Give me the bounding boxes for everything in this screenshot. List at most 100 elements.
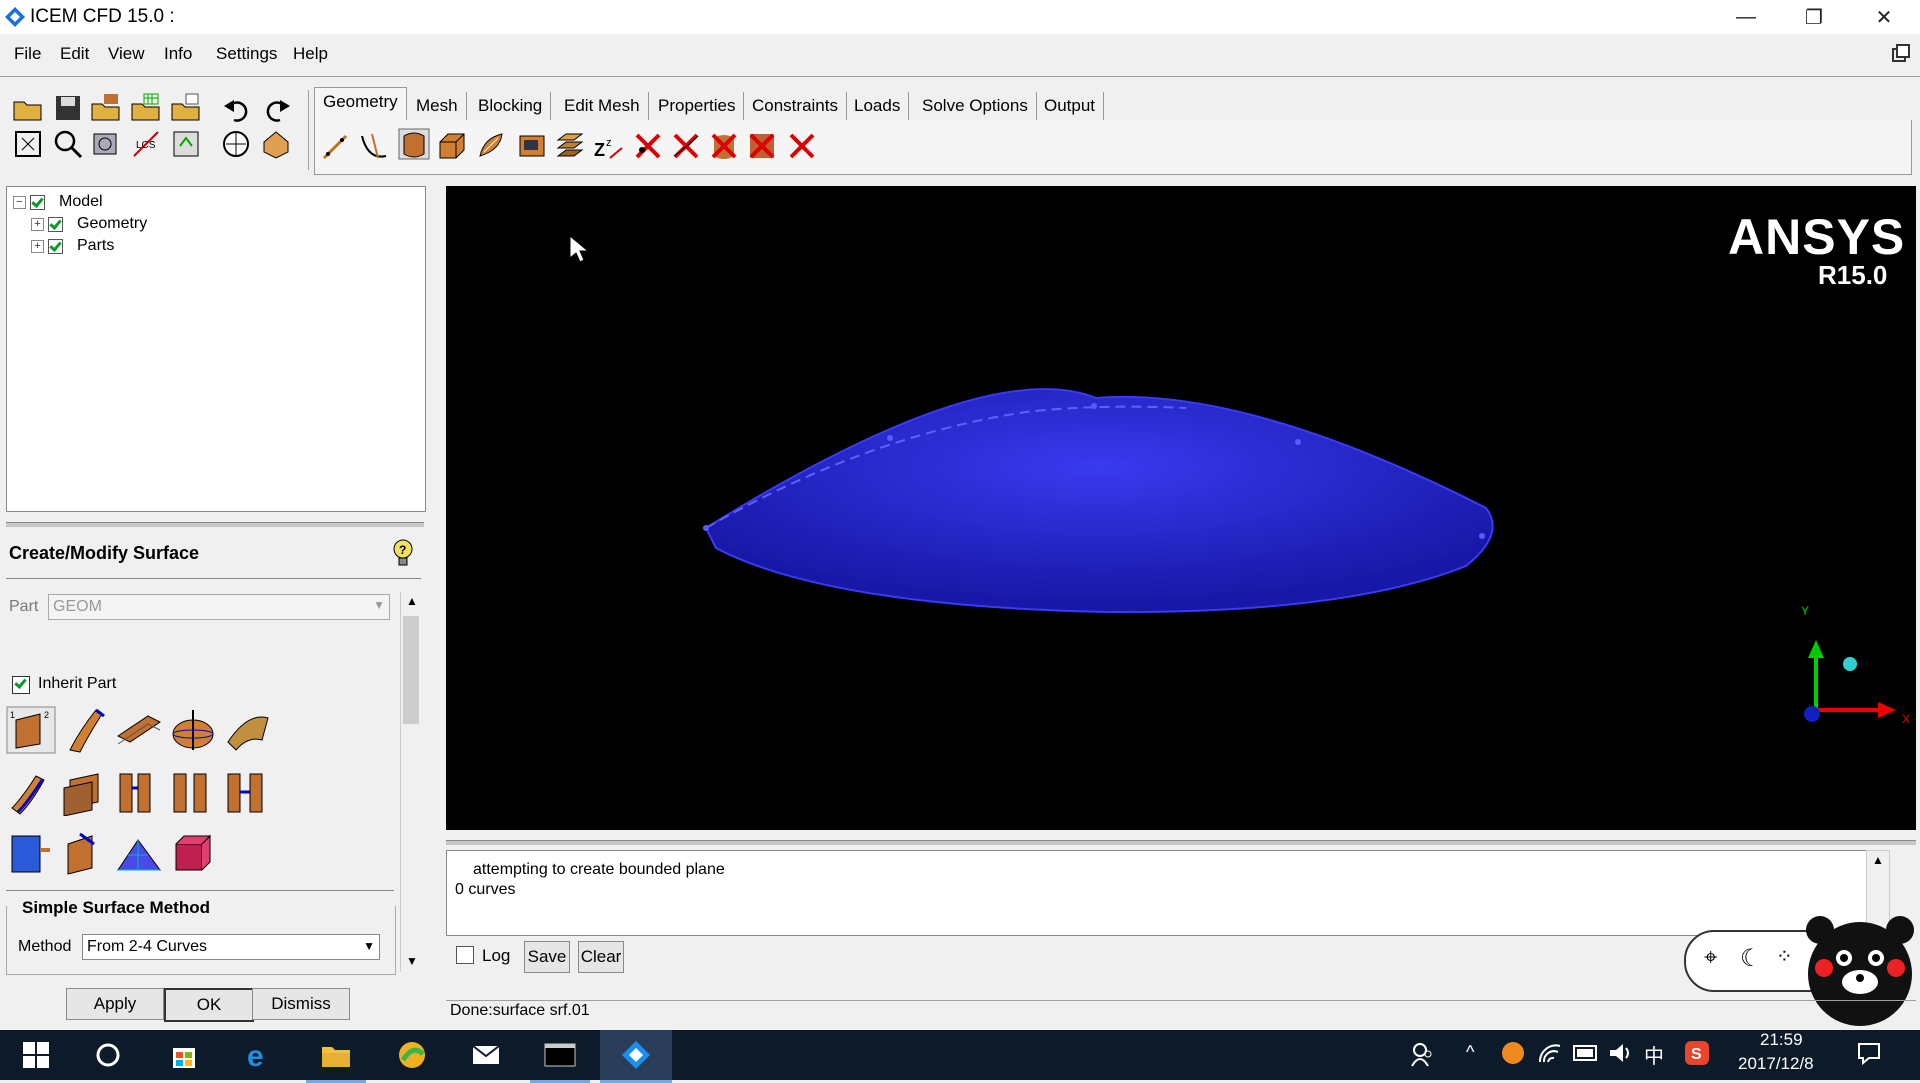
faceted-icon[interactable] <box>476 130 508 162</box>
tab-solve-options[interactable]: Solve Options <box>914 92 1037 120</box>
tab-edit-mesh[interactable]: Edit Mesh <box>556 92 649 120</box>
menu-view[interactable]: View <box>108 44 145 64</box>
delete-curve-icon[interactable] <box>670 130 702 162</box>
start-button[interactable] <box>6 1030 66 1080</box>
repair-geometry-icon[interactable] <box>516 130 548 162</box>
search-button[interactable] <box>78 1030 138 1080</box>
delete-any-entity-icon[interactable] <box>786 130 818 162</box>
tab-loads[interactable]: Loads <box>846 92 910 120</box>
loft-surface-icon[interactable] <box>222 706 272 754</box>
create-point-icon[interactable] <box>320 130 352 162</box>
segment-surface-icon[interactable] <box>114 768 164 816</box>
tray-app-icon[interactable] <box>1500 1040 1526 1066</box>
battery-icon[interactable] <box>1572 1042 1600 1064</box>
create-body-icon[interactable] <box>436 130 468 162</box>
midsurface-icon[interactable] <box>60 768 110 816</box>
save-icon[interactable] <box>52 92 84 124</box>
float-window-icon[interactable] <box>1892 44 1910 62</box>
collapse-icon[interactable]: − <box>13 195 26 209</box>
graphics-viewport[interactable]: ANSYS R15.0 Y X <box>446 186 1916 830</box>
scroll-up-icon[interactable]: ▲ <box>1872 853 1884 867</box>
dismiss-button[interactable]: Dismiss <box>252 988 350 1020</box>
delete-body-icon[interactable] <box>746 130 778 162</box>
refresh-view-icon[interactable] <box>170 128 202 160</box>
clock-date[interactable]: 2017/12/8 <box>1738 1054 1814 1074</box>
taskbar-edge[interactable]: e <box>230 1030 290 1080</box>
tree-node-parts[interactable]: + Parts <box>31 237 114 255</box>
zoom-box-icon[interactable] <box>52 128 84 160</box>
scroll-up-icon[interactable]: ▲ <box>406 594 418 608</box>
delete-point-icon[interactable] <box>632 130 664 162</box>
scroll-thumb[interactable] <box>403 616 419 724</box>
clear-log-button[interactable]: Clear <box>578 941 624 973</box>
panel-scrollbar[interactable]: ▲ ▼ <box>400 592 423 972</box>
method-select[interactable]: From 2-4 Curves ▼ <box>82 934 380 960</box>
save-log-button[interactable]: Save <box>524 941 570 973</box>
merge-surface-icon[interactable] <box>168 768 218 816</box>
open-geometry-icon[interactable] <box>90 92 122 124</box>
tab-constraints[interactable]: Constraints <box>744 92 847 120</box>
wifi-icon[interactable] <box>1536 1040 1564 1066</box>
taskbar-terminal[interactable] <box>530 1030 590 1083</box>
restore-dormant-icon[interactable]: Zz <box>592 130 624 162</box>
open-blocking-icon[interactable] <box>170 92 202 124</box>
taskbar-store[interactable] <box>154 1030 214 1080</box>
help-bulb-icon[interactable]: ? <box>390 538 416 568</box>
log-checkbox[interactable] <box>456 946 474 964</box>
people-icon[interactable] <box>1410 1040 1436 1068</box>
convert-facets-icon[interactable] <box>114 830 164 878</box>
surface-of-revolution-icon[interactable] <box>168 706 218 754</box>
fit-window-icon[interactable] <box>12 128 44 160</box>
tree-node-model[interactable]: − Model <box>13 193 103 211</box>
trim-surface-icon[interactable] <box>222 768 272 816</box>
part-select[interactable]: GEOM ▼ <box>48 594 390 620</box>
tab-geometry[interactable]: Geometry <box>314 87 407 121</box>
tray-expand-icon[interactable]: ^ <box>1466 1042 1474 1063</box>
create-surface-icon[interactable] <box>398 128 430 160</box>
surface-from-curves-icon[interactable]: 12 <box>6 706 56 754</box>
solid-toggle-icon[interactable] <box>260 128 292 160</box>
tab-blocking[interactable]: Blocking <box>470 92 552 120</box>
ime-indicator[interactable]: 中 <box>1644 1040 1664 1069</box>
checkbox-icon[interactable] <box>48 216 63 232</box>
ok-button[interactable]: OK <box>164 988 254 1022</box>
offset-surface-icon[interactable] <box>6 768 56 816</box>
minimize-button[interactable]: — <box>1716 0 1776 34</box>
create-curve-icon[interactable] <box>358 130 390 162</box>
panel-splitter[interactable] <box>6 522 424 527</box>
close-button[interactable]: ✕ <box>1854 0 1914 34</box>
taskbar-explorer[interactable] <box>306 1030 366 1083</box>
taskbar-browser[interactable] <box>382 1030 442 1080</box>
curtain-surface-icon[interactable] <box>60 706 110 754</box>
standard-shapes-icon[interactable] <box>168 830 218 878</box>
open-folder-icon[interactable] <box>12 92 44 124</box>
checkbox-icon[interactable] <box>30 194 45 210</box>
tab-output[interactable]: Output <box>1036 92 1105 120</box>
geometry-transform-icon[interactable] <box>554 130 586 162</box>
restore-button[interactable]: ❐ <box>1784 0 1844 34</box>
checkbox-icon[interactable] <box>48 238 63 254</box>
apply-button[interactable]: Apply <box>66 988 164 1020</box>
scroll-down-icon[interactable]: ▼ <box>406 954 418 968</box>
extend-surface-icon[interactable] <box>6 830 56 878</box>
viewport-splitter[interactable] <box>446 840 1916 845</box>
delete-surface-icon[interactable] <box>708 130 740 162</box>
measure-icon[interactable] <box>90 128 122 160</box>
taskbar-icem[interactable] <box>600 1030 672 1083</box>
menu-settings[interactable]: Settings <box>216 44 277 64</box>
menu-info[interactable]: Info <box>164 44 192 64</box>
menu-file[interactable]: File <box>14 44 41 64</box>
expand-icon[interactable]: + <box>31 217 44 231</box>
tab-properties[interactable]: Properties <box>650 92 745 120</box>
action-center-icon[interactable] <box>1856 1040 1882 1066</box>
sogou-icon[interactable]: S <box>1684 1040 1710 1066</box>
moon-icon[interactable]: ☾ <box>1740 944 1762 973</box>
menu-edit[interactable]: Edit <box>60 44 89 64</box>
clock-time[interactable]: 21:59 <box>1760 1030 1803 1050</box>
message-log[interactable]: attempting to create bounded plane 0 cur… <box>446 850 1868 936</box>
tree-node-geometry[interactable]: + Geometry <box>31 215 147 233</box>
wireframe-toggle-icon[interactable] <box>220 128 252 160</box>
undo-icon[interactable] <box>222 92 254 124</box>
inherit-part-checkbox[interactable] <box>12 676 30 694</box>
volume-icon[interactable] <box>1606 1040 1634 1066</box>
